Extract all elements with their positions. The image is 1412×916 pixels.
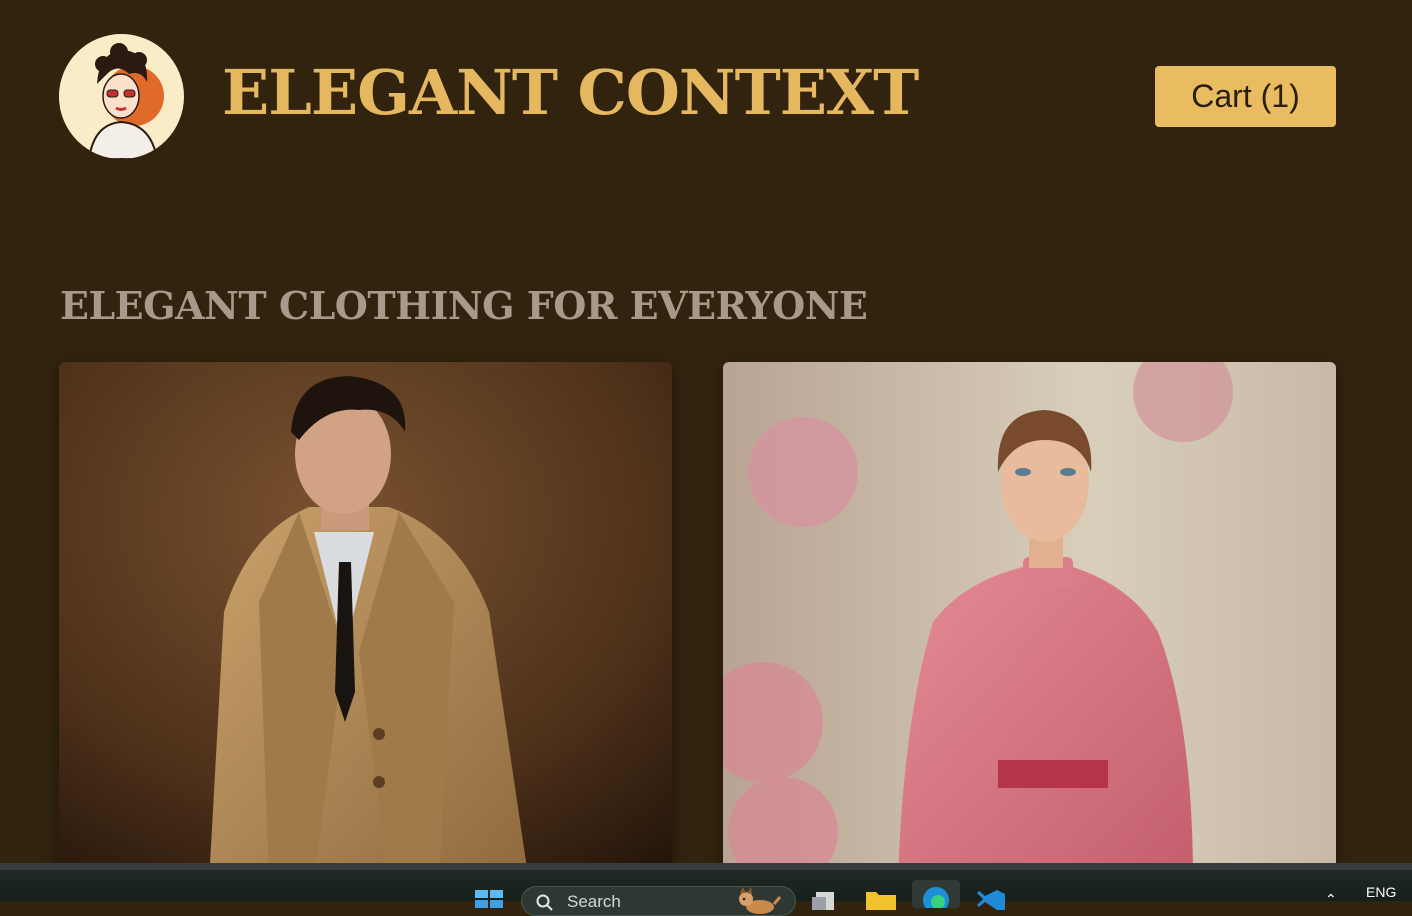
section-title: ELEGANT CLOTHING FOR EVERYONE — [60, 283, 868, 328]
search-icon — [536, 894, 553, 911]
product-card-man-trench-coat[interactable] — [59, 362, 672, 882]
chevron-up-icon[interactable]: ⌃ — [1325, 892, 1337, 908]
folder-icon[interactable] — [865, 888, 897, 910]
windows-start-icon[interactable] — [474, 890, 504, 908]
man-trench-coat-photo — [59, 362, 672, 882]
cart-button[interactable]: Cart (1) — [1155, 66, 1336, 127]
search-placeholder: Search — [567, 892, 621, 911]
site-header: ELEGANT CONTEXT Cart (1) — [0, 0, 1412, 200]
edge-icon[interactable] — [912, 880, 960, 913]
language-indicator[interactable]: ENG — [1366, 884, 1396, 900]
taskbar-search-box[interactable]: Search — [521, 886, 796, 916]
dog-icon — [739, 887, 782, 914]
windows-taskbar: Search ⌃ ENG — [0, 863, 1412, 916]
vscode-icon[interactable] — [975, 888, 1007, 910]
logo[interactable] — [59, 34, 184, 159]
vintage-woman-logo-icon — [59, 34, 183, 159]
product-card-woman-pink-dress[interactable] — [723, 362, 1336, 882]
file-explorer-icon[interactable] — [810, 888, 842, 910]
woman-pink-dress-photo — [723, 362, 1336, 882]
site-title: ELEGANT CONTEXT — [222, 56, 919, 129]
